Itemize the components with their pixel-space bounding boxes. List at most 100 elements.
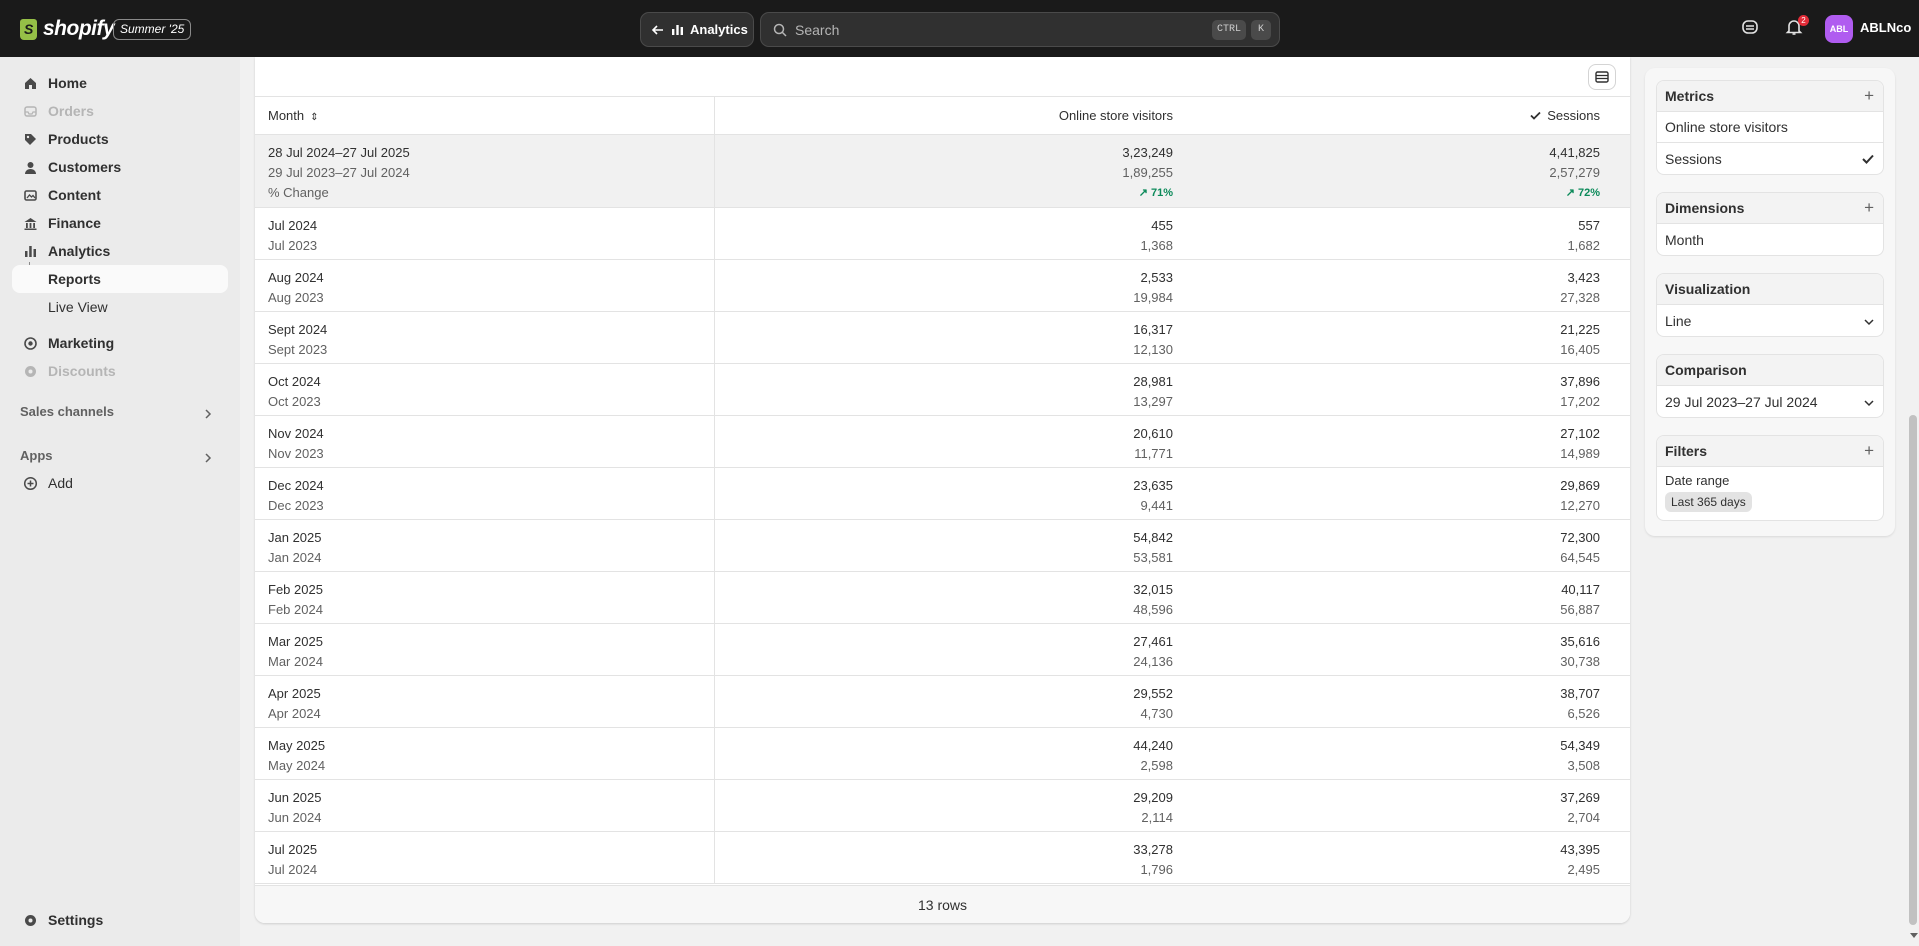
store-name[interactable]: ABLNco: [1860, 20, 1911, 35]
metric-item[interactable]: Sessions: [1657, 143, 1883, 174]
chevron-right-icon[interactable]: [203, 451, 213, 463]
row-prev-month: Feb 2024: [268, 601, 323, 617]
column-settings-button[interactable]: [1588, 64, 1616, 90]
summary-visitors-change: ↗ 71%: [715, 183, 1173, 203]
row-visitors-prev: 19,984: [1133, 289, 1173, 305]
row-month: Feb 2025: [268, 581, 323, 597]
sidebar-item-label: Add: [48, 475, 73, 491]
arrow-up-right-icon: ↗: [1138, 186, 1151, 199]
filter-item[interactable]: Date range Last 365 days: [1657, 467, 1883, 520]
summary-row: 28 Jul 2024–27 Jul 2025 29 Jul 2023–27 Ju…: [255, 134, 1630, 208]
row-sessions-prev: 12,270: [1560, 497, 1600, 513]
column-header-sessions[interactable]: Sessions: [1173, 97, 1630, 135]
row-visitors: 33,278: [1133, 841, 1173, 857]
add-metric-icon[interactable]: +: [1864, 86, 1874, 106]
sidebar-item-orders[interactable]: Orders: [12, 97, 228, 125]
row-sessions-prev: 17,202: [1560, 393, 1600, 409]
row-prev-month: Jul 2024: [268, 861, 318, 877]
shopify-bag-icon: [20, 18, 37, 40]
row-prev-month: Jul 2023: [268, 237, 318, 253]
sidebar-item-marketing[interactable]: Marketing: [12, 329, 228, 357]
sidebar-item-add-app[interactable]: Add: [12, 469, 228, 497]
table-cell: Mar 2025 Mar 2024: [255, 623, 715, 676]
table-cell: Jun 2025 Jun 2024: [255, 779, 715, 832]
back-to-analytics-button[interactable]: Analytics: [640, 12, 754, 47]
report-table-card: Month ⇕ Online store visitors Sessions 28…: [255, 57, 1630, 923]
sales-channels-heading[interactable]: Sales channels: [20, 404, 114, 419]
sidebar-item-customers[interactable]: Customers: [12, 153, 228, 181]
brand-name: shopify: [43, 17, 115, 40]
row-month: Aug 2024: [268, 269, 324, 285]
sidebar-item-home[interactable]: Home: [12, 69, 228, 97]
bank-icon: [22, 215, 38, 231]
sidebar-item-analytics[interactable]: Analytics: [12, 237, 228, 265]
sidebar-item-settings[interactable]: Settings: [12, 906, 228, 934]
shopify-logo[interactable]: shopify: [20, 17, 115, 41]
gear-icon: [22, 912, 38, 928]
table-cell: 72,300 64,545: [1173, 519, 1630, 572]
sidebar-item-label: Analytics: [48, 243, 111, 259]
search-input[interactable]: Search CTRL K: [760, 12, 1280, 47]
sidebar-item-reports[interactable]: Reports: [12, 265, 228, 293]
avatar[interactable]: ABL: [1825, 15, 1853, 43]
metrics-group: Metrics + Online store visitors Sessions: [1656, 80, 1884, 175]
sidebar-item-finance[interactable]: Finance: [12, 209, 228, 237]
row-month: Apr 2025: [268, 685, 321, 701]
dimension-item[interactable]: Month: [1657, 224, 1883, 255]
back-label: Analytics: [690, 22, 748, 37]
visualization-header: Visualization: [1657, 274, 1883, 305]
sidebar-item-discounts[interactable]: Discounts: [12, 357, 228, 385]
row-month: Jul 2025: [268, 841, 318, 857]
apps-heading[interactable]: Apps: [20, 448, 53, 463]
table-cell: 27,461 24,136: [714, 623, 1173, 676]
metric-item[interactable]: Online store visitors: [1657, 112, 1883, 143]
row-visitors: 27,461: [1133, 633, 1173, 649]
filter-chip[interactable]: Last 365 days: [1665, 492, 1752, 512]
add-filter-icon[interactable]: +: [1864, 441, 1874, 461]
select-value: 29 Jul 2023–27 Jul 2024: [1665, 393, 1818, 410]
comparison-select[interactable]: 29 Jul 2023–27 Jul 2024: [1657, 386, 1883, 417]
visualization-select[interactable]: Line: [1657, 305, 1883, 336]
table-cell: 54,842 53,581: [714, 519, 1173, 572]
table-row: Oct 2024 Oct 2023 28,981 13,297 37,896 17,202: [255, 363, 1630, 416]
row-visitors: 2,533: [1140, 269, 1173, 285]
table-row: Aug 2024 Aug 2023 2,533 19,984 3,423 27,328: [255, 259, 1630, 312]
sidebar-item-live-view[interactable]: Live View: [12, 293, 228, 321]
table-row: Feb 2025 Feb 2024 32,015 48,596 40,117 56,887: [255, 571, 1630, 624]
column-header-month[interactable]: Month ⇕: [255, 97, 715, 135]
column-header-visitors[interactable]: Online store visitors: [714, 97, 1173, 135]
scroll-down-arrow-icon[interactable]: [1910, 933, 1918, 938]
dimensions-header: Dimensions +: [1657, 193, 1883, 224]
group-title: Filters: [1665, 443, 1708, 459]
ctrl-key-hint: CTRL: [1212, 20, 1246, 40]
summary-visitors: 3,23,249: [1122, 144, 1173, 160]
change-value: 71%: [1150, 186, 1173, 199]
chart-icon: [22, 243, 38, 259]
comparison-group: Comparison 29 Jul 2023–27 Jul 2024: [1656, 354, 1884, 418]
person-icon: [22, 159, 38, 175]
sidebar-item-label: Orders: [48, 103, 94, 119]
sidebar-item-label: Customers: [48, 159, 122, 175]
metrics-header: Metrics +: [1657, 81, 1883, 112]
row-sessions: 54,349: [1560, 737, 1600, 753]
page-scrollbar[interactable]: [1909, 415, 1917, 925]
sidebar-item-products[interactable]: Products: [12, 125, 228, 153]
table-cell: Apr 2025 Apr 2024: [255, 675, 715, 728]
row-sessions: 37,896: [1560, 373, 1600, 389]
home-icon: [22, 75, 38, 91]
add-dimension-icon[interactable]: +: [1864, 198, 1874, 218]
sidebar-item-label: Marketing: [48, 335, 115, 351]
table-cell: 33,278 1,796: [714, 831, 1173, 884]
row-visitors-prev: 1,368: [1140, 237, 1173, 253]
checkmark-icon: [1862, 151, 1874, 167]
sidebar-item-content[interactable]: Content: [12, 181, 228, 209]
row-sessions-prev: 1,682: [1567, 237, 1600, 253]
chevron-right-icon[interactable]: [203, 407, 213, 419]
sort-icon[interactable]: ⇕: [310, 112, 318, 123]
sidekick-icon[interactable]: [1740, 17, 1762, 39]
row-sessions: 21,225: [1560, 321, 1600, 337]
edition-badge[interactable]: Summer '25: [113, 19, 192, 40]
row-visitors-prev: 9,441: [1140, 497, 1173, 513]
arrow-up-right-icon: ↗: [1565, 186, 1578, 199]
row-sessions: 38,707: [1560, 685, 1600, 701]
